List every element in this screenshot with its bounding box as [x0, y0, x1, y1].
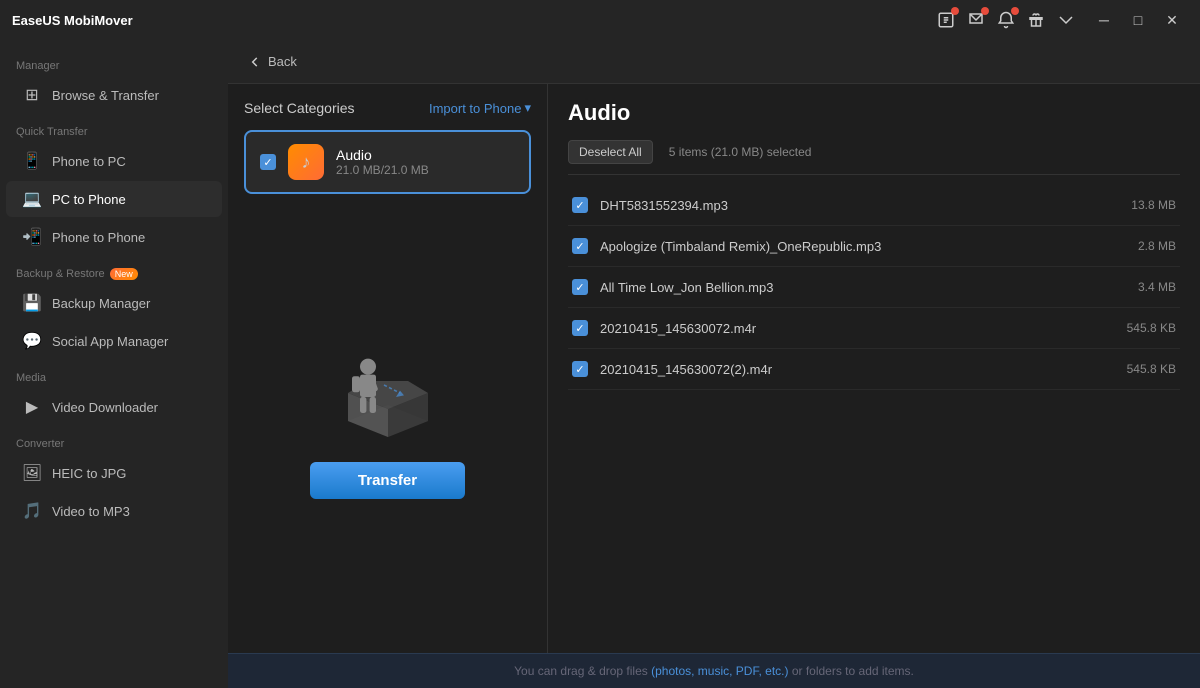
- video-to-mp3-label: Video to MP3: [52, 504, 130, 519]
- sidebar-item-video-to-mp3[interactable]: 🎵 Video to MP3: [6, 493, 222, 529]
- backup-manager-label: Backup Manager: [52, 296, 150, 311]
- back-button[interactable]: Back: [248, 54, 297, 69]
- select-categories-title: Select Categories: [244, 100, 355, 116]
- social-app-manager-icon: 💬: [22, 331, 42, 351]
- chevron-down-icon: ▾: [524, 100, 531, 116]
- audio-checkbox[interactable]: [260, 154, 276, 170]
- file-name: 20210415_145630072.m4r: [600, 321, 1115, 336]
- bottom-highlight: (photos, music, PDF, etc.): [651, 664, 788, 678]
- gift-icon[interactable]: [1026, 10, 1046, 30]
- sidebar-item-backup-manager[interactable]: 💾 Backup Manager: [6, 285, 222, 321]
- transfer-button[interactable]: Transfer: [310, 462, 465, 499]
- illustration-area: Transfer: [244, 206, 531, 637]
- bottom-bar: You can drag & drop files (photos, music…: [228, 653, 1200, 688]
- sidebar-item-phone-to-phone[interactable]: 📲 Phone to Phone: [6, 219, 222, 255]
- file-size: 545.8 KB: [1127, 321, 1176, 335]
- file-list: DHT5831552394.mp3 13.8 MB Apologize (Timba…: [568, 185, 1180, 637]
- sidebar-item-phone-to-pc[interactable]: 📱 Phone to PC: [6, 143, 222, 179]
- select-categories-header: Select Categories Import to Phone ▾: [244, 100, 531, 116]
- file-name: 20210415_145630072(2).m4r: [600, 362, 1115, 377]
- browse-transfer-icon: ⊞: [22, 85, 42, 105]
- file-checkbox[interactable]: [572, 197, 588, 213]
- message-icon[interactable]: [966, 10, 986, 30]
- audio-panel-title: Audio: [568, 100, 1180, 126]
- pc-to-phone-icon: 💻: [22, 189, 42, 209]
- back-label: Back: [268, 54, 297, 69]
- phone-to-phone-label: Phone to Phone: [52, 230, 145, 245]
- import-to-phone-button[interactable]: Import to Phone ▾: [429, 100, 531, 116]
- window-controls: ─ □ ✕: [1088, 4, 1188, 36]
- minimize-button[interactable]: ─: [1088, 4, 1120, 36]
- close-button[interactable]: ✕: [1156, 4, 1188, 36]
- sidebar: Manager ⊞ Browse & Transfer Quick Transf…: [0, 40, 228, 688]
- social-app-manager-label: Social App Manager: [52, 334, 168, 349]
- file-name: DHT5831552394.mp3: [600, 198, 1119, 213]
- deselect-all-button[interactable]: Deselect All: [568, 140, 653, 164]
- phone-to-pc-icon: 📱: [22, 151, 42, 171]
- section-label-quick-transfer: Quick Transfer: [0, 114, 228, 142]
- selection-info: 5 items (21.0 MB) selected: [669, 145, 812, 159]
- file-name: All Time Low_Jon Bellion.mp3: [600, 280, 1126, 295]
- bottom-text-before: You can drag & drop files: [514, 664, 651, 678]
- sidebar-item-browse-transfer[interactable]: ⊞ Browse & Transfer: [6, 77, 222, 113]
- file-row[interactable]: 20210415_145630072.m4r 545.8 KB: [568, 308, 1180, 349]
- main-layout: Manager ⊞ Browse & Transfer Quick Transf…: [0, 40, 1200, 688]
- audio-icon: ♪: [288, 144, 324, 180]
- pc-to-phone-label: PC to Phone: [52, 192, 126, 207]
- content-inner: Select Categories Import to Phone ▾ ♪ Au…: [228, 84, 1200, 653]
- back-bar: Back: [228, 40, 1200, 84]
- file-checkbox[interactable]: [572, 320, 588, 336]
- file-size: 545.8 KB: [1127, 362, 1176, 376]
- sidebar-item-pc-to-phone[interactable]: 💻 PC to Phone: [6, 181, 222, 217]
- files-header: Deselect All 5 items (21.0 MB) selected: [568, 140, 1180, 175]
- video-to-mp3-icon: 🎵: [22, 501, 42, 521]
- phone-to-pc-label: Phone to PC: [52, 154, 126, 169]
- maximize-button[interactable]: □: [1122, 4, 1154, 36]
- titlebar-icon-group: [936, 10, 1076, 30]
- sidebar-item-heic-to-jpg[interactable]: 🖼 HEIC to JPG: [6, 455, 222, 491]
- left-panel: Select Categories Import to Phone ▾ ♪ Au…: [228, 84, 548, 653]
- section-label-media: Media: [0, 360, 228, 388]
- section-label-backup: Backup & Restore New: [0, 256, 228, 284]
- titlebar: EaseUS MobiMover ─ □ ✕: [0, 0, 1200, 40]
- transfer-illustration: [308, 324, 468, 454]
- heic-to-jpg-label: HEIC to JPG: [52, 466, 126, 481]
- file-row[interactable]: DHT5831552394.mp3 13.8 MB: [568, 185, 1180, 226]
- file-checkbox[interactable]: [572, 279, 588, 295]
- category-size: 21.0 MB/21.0 MB: [336, 163, 515, 177]
- back-arrow-icon: [248, 55, 262, 69]
- file-row[interactable]: 20210415_145630072(2).m4r 545.8 KB: [568, 349, 1180, 390]
- notification-icon[interactable]: [936, 10, 956, 30]
- category-name: Audio: [336, 147, 515, 163]
- browse-transfer-label: Browse & Transfer: [52, 88, 159, 103]
- sidebar-item-video-downloader[interactable]: ▶ Video Downloader: [6, 389, 222, 425]
- file-row[interactable]: All Time Low_Jon Bellion.mp3 3.4 MB: [568, 267, 1180, 308]
- section-label-manager: Manager: [0, 48, 228, 76]
- bell-icon[interactable]: [996, 10, 1016, 30]
- file-checkbox[interactable]: [572, 238, 588, 254]
- heic-to-jpg-icon: 🖼: [22, 463, 42, 483]
- file-size: 2.8 MB: [1138, 239, 1176, 253]
- file-row[interactable]: Apologize (Timbaland Remix)_OneRepublic.…: [568, 226, 1180, 267]
- file-size: 3.4 MB: [1138, 280, 1176, 294]
- video-downloader-label: Video Downloader: [52, 400, 158, 415]
- dropdown-icon[interactable]: [1056, 10, 1076, 30]
- file-size: 13.8 MB: [1131, 198, 1176, 212]
- phone-to-phone-icon: 📲: [22, 227, 42, 247]
- content-area: Back Select Categories Import to Phone ▾…: [228, 40, 1200, 688]
- section-label-converter: Converter: [0, 426, 228, 454]
- sidebar-item-social-app-manager[interactable]: 💬 Social App Manager: [6, 323, 222, 359]
- file-checkbox[interactable]: [572, 361, 588, 377]
- category-card-audio[interactable]: ♪ Audio 21.0 MB/21.0 MB: [244, 130, 531, 194]
- video-downloader-icon: ▶: [22, 397, 42, 417]
- backup-manager-icon: 💾: [22, 293, 42, 313]
- bottom-text-after: or folders to add items.: [788, 664, 913, 678]
- category-info: Audio 21.0 MB/21.0 MB: [336, 147, 515, 177]
- app-title: EaseUS MobiMover: [12, 13, 936, 28]
- right-panel: Audio Deselect All 5 items (21.0 MB) sel…: [548, 84, 1200, 653]
- new-badge: New: [110, 268, 138, 280]
- file-name: Apologize (Timbaland Remix)_OneRepublic.…: [600, 239, 1126, 254]
